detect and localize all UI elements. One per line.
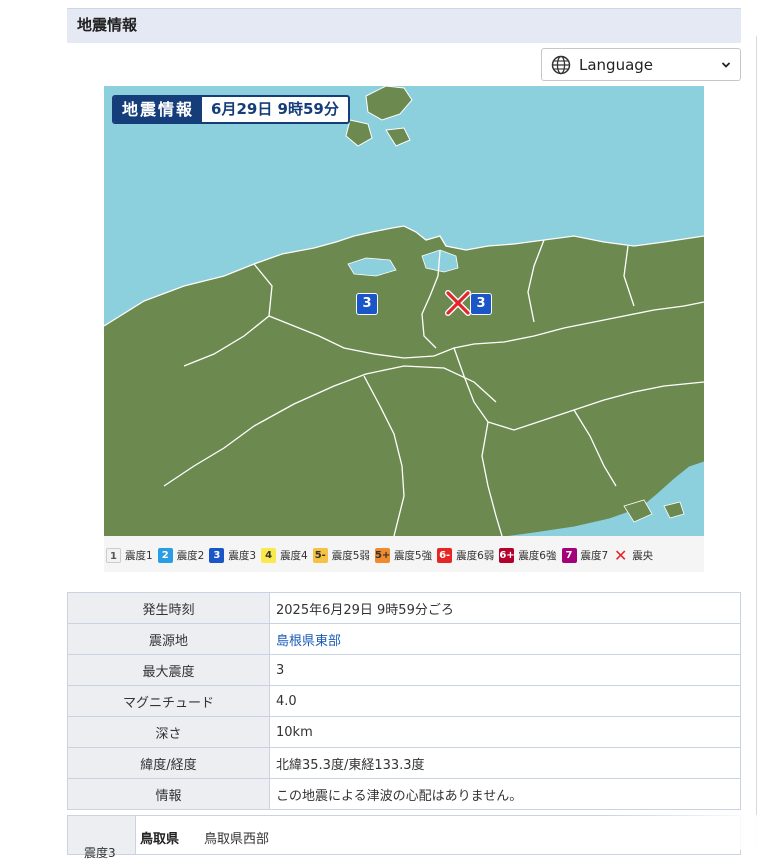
row-label: 情報 [67, 778, 270, 810]
row-label: 深さ [67, 716, 270, 748]
table-row: 最大震度 3 [67, 654, 741, 686]
area-name: 鳥取県西部 [204, 832, 270, 847]
legend-label: 震央 [632, 549, 654, 562]
legend-item: 4 震度4 [261, 547, 308, 563]
legend-swatch: 6+ [499, 547, 515, 563]
row-value-cell: 4.0 [269, 685, 741, 717]
row-label: マグニチュード [67, 685, 270, 717]
legend-swatch: 4 [261, 547, 277, 563]
legend-swatch: 5+ [374, 547, 391, 563]
row-value-cell: 島根県東部 [269, 623, 741, 655]
table-row: マグニチュード 4.0 [67, 685, 741, 717]
earthquake-map: 地震情報 6月29日 9時59分 3 3 1 震度1 2 震度2 3 震度3 4 震度4 5- 震… [104, 86, 704, 572]
intensity-marker: 3 [356, 293, 378, 315]
legend-item: 6+ 震度6強 [499, 547, 557, 563]
intensity-level-cell: 震度3 [68, 816, 136, 860]
legend-label: 震度6強 [518, 549, 557, 562]
row-value-cell: 10km [269, 716, 741, 748]
row-value-cell: 北緯35.3度/東経133.3度 [269, 747, 741, 779]
legend-label: 震度2 [176, 549, 205, 562]
map-badge-title: 地震情報 [114, 97, 203, 122]
section-title: 地震情報 [67, 8, 741, 43]
language-label: Language [579, 55, 654, 74]
intensity-marker: 3 [470, 293, 492, 315]
row-value-cell: 2025年6月29日 9時59分ごろ [269, 592, 741, 624]
epicenter-x-icon [445, 290, 471, 316]
epicenter-link[interactable]: 島根県東部 [276, 634, 341, 649]
map-title-badge: 地震情報 6月29日 9時59分 [112, 95, 350, 124]
language-select[interactable]: Language [541, 48, 741, 81]
intensity-level-label: 震度3 [84, 846, 116, 860]
legend-label: 震度5強 [393, 549, 433, 562]
row-value-cell: 3 [269, 654, 741, 686]
map-graphic [104, 86, 704, 536]
legend-label: 震度1 [125, 549, 153, 562]
legend-label: 震度4 [280, 549, 308, 562]
epicenter-legend-icon: ✕ [613, 545, 628, 565]
scroll-fade [600, 815, 758, 850]
globe-icon [551, 55, 571, 74]
prefecture-name: 鳥取県 [140, 832, 180, 847]
table-row: 情報 この地震による津波の心配はありません。 [67, 778, 741, 810]
legend-swatch: 3 [209, 547, 225, 563]
legend-item: 7 震度7 [561, 547, 609, 563]
row-label: 緯度/経度 [67, 747, 270, 779]
row-label: 震源地 [67, 623, 270, 655]
legend-swatch: 1 [106, 547, 121, 563]
legend-item: ✕ 震央 [613, 545, 654, 565]
legend-item: 6- 震度6弱 [437, 547, 495, 563]
legend-label: 震度5弱 [331, 549, 370, 562]
legend-item: 5+ 震度5強 [374, 547, 433, 563]
legend-item: 5- 震度5弱 [312, 547, 370, 563]
legend-swatch: 6- [437, 547, 453, 563]
legend-item: 1 震度1 [106, 547, 153, 563]
page-divider [756, 36, 757, 850]
table-row: 発生時刻 2025年6月29日 9時59分ごろ [67, 592, 741, 624]
row-label: 発生時刻 [67, 592, 270, 624]
legend-label: 震度3 [228, 549, 257, 562]
table-row: 深さ 10km [67, 716, 741, 748]
chevron-down-icon [721, 61, 731, 68]
table-row: 震源地 島根県東部 [67, 623, 741, 655]
legend-label: 震度7 [580, 549, 609, 562]
map-badge-time: 6月29日 9時59分 [211, 100, 339, 118]
legend-label: 震度6弱 [456, 549, 495, 562]
row-value-cell: この地震による津波の心配はありません。 [269, 778, 741, 810]
earthquake-info-table: 発生時刻 2025年6月29日 9時59分ごろ 震源地 島根県東部 最大震度 3 マグニチュ… [67, 592, 741, 810]
legend-swatch: 7 [561, 547, 577, 563]
intensity-legend: 1 震度1 2 震度2 3 震度3 4 震度4 5- 震度5弱 5+ 震度5強 6- 震度6弱 6+ 震度6強… [104, 538, 704, 572]
legend-item: 3 震度3 [209, 547, 257, 563]
row-label: 最大震度 [67, 654, 270, 686]
table-row: 緯度/経度 北緯35.3度/東経133.3度 [67, 747, 741, 779]
legend-item: 2 震度2 [157, 547, 205, 563]
legend-swatch: 2 [157, 547, 173, 563]
legend-swatch: 5- [312, 547, 328, 563]
